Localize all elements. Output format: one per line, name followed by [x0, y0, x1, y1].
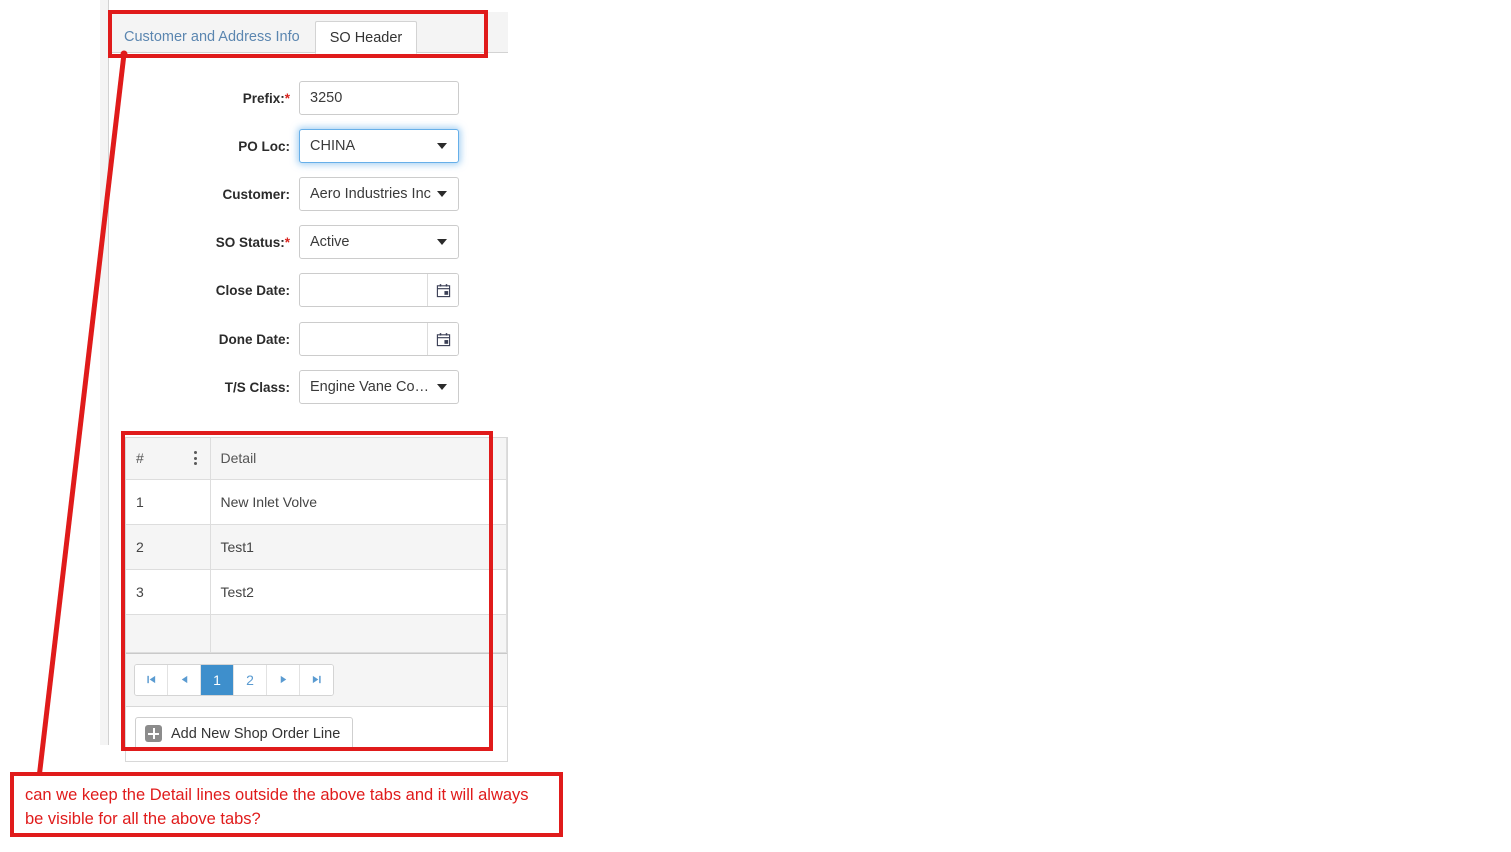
- label-ts-class: T/S Class:: [224, 379, 290, 395]
- label-po-loc: PO Loc:: [238, 138, 290, 154]
- form-row-po-loc: PO Loc: CHINA: [109, 129, 508, 163]
- tab-list: Customer and Address Info SO Header: [109, 12, 418, 54]
- first-page-button[interactable]: [135, 664, 168, 695]
- next-page-button[interactable]: [267, 664, 300, 695]
- done-date-input[interactable]: [300, 323, 427, 355]
- last-page-icon: [312, 675, 321, 684]
- table-row[interactable]: 3 Test2: [126, 569, 507, 615]
- tab-label: SO Header: [329, 30, 403, 46]
- column-header-number-label: #: [136, 450, 144, 467]
- done-date-field[interactable]: [299, 322, 459, 356]
- ts-class-select[interactable]: Engine Vane Co…: [299, 370, 459, 404]
- previous-page-button[interactable]: [168, 664, 201, 695]
- tab-so-header[interactable]: SO Header: [314, 21, 418, 54]
- screenshot-root: Customer and Address Info SO Header Pref…: [0, 0, 1511, 852]
- chevron-down-icon: [437, 384, 447, 390]
- row-number: 3: [126, 569, 211, 615]
- po-loc-select[interactable]: CHINA: [299, 129, 459, 163]
- tab-label: Customer and Address Info: [124, 29, 300, 45]
- page-number: 1: [213, 671, 221, 688]
- table-row[interactable]: 2 Test1: [126, 524, 507, 570]
- plus-icon: [145, 725, 162, 742]
- shop-order-lines-grid: # Detail 1 New Inlet Volve 2 Test1 3 Tes…: [125, 437, 508, 762]
- row-detail: New Inlet Volve: [210, 479, 507, 525]
- label-so-status: SO Status:*: [215, 234, 290, 250]
- so-header-form: Prefix:* 3250 PO Loc: CHINA Customer: Ae…: [109, 53, 508, 433]
- close-date-calendar-button[interactable]: [427, 274, 458, 306]
- so-status-value: Active: [310, 234, 350, 250]
- page-number: 2: [246, 671, 254, 688]
- required-asterisk: *: [284, 90, 290, 106]
- page-button-2[interactable]: 2: [234, 664, 267, 695]
- po-loc-value: CHINA: [310, 138, 356, 154]
- table-head: # Detail: [126, 438, 507, 480]
- page-button-1[interactable]: 1: [201, 664, 234, 695]
- kebab-menu-icon[interactable]: [191, 451, 200, 466]
- form-row-ts-class: T/S Class: Engine Vane Co…: [109, 370, 508, 404]
- label-prefix: Prefix:*: [242, 90, 290, 106]
- form-row-customer: Customer: Aero Industries Inc: [109, 177, 508, 211]
- table-row[interactable]: 1 New Inlet Volve: [126, 479, 507, 525]
- row-number: 2: [126, 524, 211, 570]
- annotation-comment-text: can we keep the Detail lines outside the…: [25, 786, 529, 828]
- calendar-icon: [436, 332, 450, 346]
- close-date-input[interactable]: [300, 274, 427, 306]
- label-customer: Customer:: [222, 186, 290, 202]
- chevron-down-icon: [437, 239, 447, 245]
- close-date-field[interactable]: [299, 273, 459, 307]
- add-line-bar: Add New Shop Order Line: [126, 705, 507, 761]
- table-row-empty: [126, 613, 507, 653]
- pagination-control: 1 2: [134, 663, 334, 696]
- row-detail: Test1: [210, 524, 507, 570]
- row-detail: Test2: [210, 569, 507, 615]
- table-body: 1 New Inlet Volve 2 Test1 3 Test2: [126, 479, 507, 653]
- customer-value: Aero Industries Inc: [310, 186, 431, 202]
- column-header-number[interactable]: #: [126, 438, 211, 480]
- tab-customer-and-address-info[interactable]: Customer and Address Info: [109, 20, 315, 53]
- tab-strip: Customer and Address Info SO Header: [109, 12, 508, 54]
- row-detail: [210, 613, 507, 653]
- done-date-calendar-button[interactable]: [427, 323, 458, 355]
- label-done-date: Done Date:: [218, 331, 290, 347]
- previous-page-icon: [181, 675, 187, 684]
- left-gutter-strip: [100, 0, 109, 745]
- row-number: [126, 613, 211, 653]
- form-row-close-date: Close Date:: [109, 273, 508, 307]
- form-row-done-date: Done Date:: [109, 322, 508, 356]
- add-new-shop-order-line-button[interactable]: Add New Shop Order Line: [135, 717, 354, 750]
- table-header-row: # Detail: [126, 438, 507, 480]
- calendar-icon: [436, 283, 450, 297]
- next-page-icon: [280, 675, 286, 684]
- prefix-input[interactable]: 3250: [299, 81, 459, 115]
- column-header-detail[interactable]: Detail: [210, 438, 507, 480]
- first-page-icon: [146, 675, 155, 684]
- form-row-so-status: SO Status:* Active: [109, 225, 508, 259]
- ts-class-value: Engine Vane Co…: [310, 379, 430, 395]
- last-page-button[interactable]: [300, 664, 333, 695]
- customer-select[interactable]: Aero Industries Inc: [299, 177, 459, 211]
- form-row-prefix: Prefix:* 3250: [109, 81, 508, 115]
- chevron-down-icon: [437, 143, 447, 149]
- so-status-select[interactable]: Active: [299, 225, 459, 259]
- label-close-date: Close Date:: [215, 282, 290, 298]
- prefix-value: 3250: [310, 90, 343, 106]
- required-asterisk: *: [284, 234, 290, 250]
- pagination-bar: 1 2: [126, 652, 507, 706]
- detail-table: # Detail 1 New Inlet Volve 2 Test1 3 Tes…: [126, 438, 507, 653]
- row-number: 1: [126, 479, 211, 525]
- annotation-comment: can we keep the Detail lines outside the…: [10, 772, 563, 837]
- chevron-down-icon: [437, 191, 447, 197]
- add-new-shop-order-line-label: Add New Shop Order Line: [171, 725, 341, 742]
- column-header-detail-label: Detail: [220, 450, 257, 467]
